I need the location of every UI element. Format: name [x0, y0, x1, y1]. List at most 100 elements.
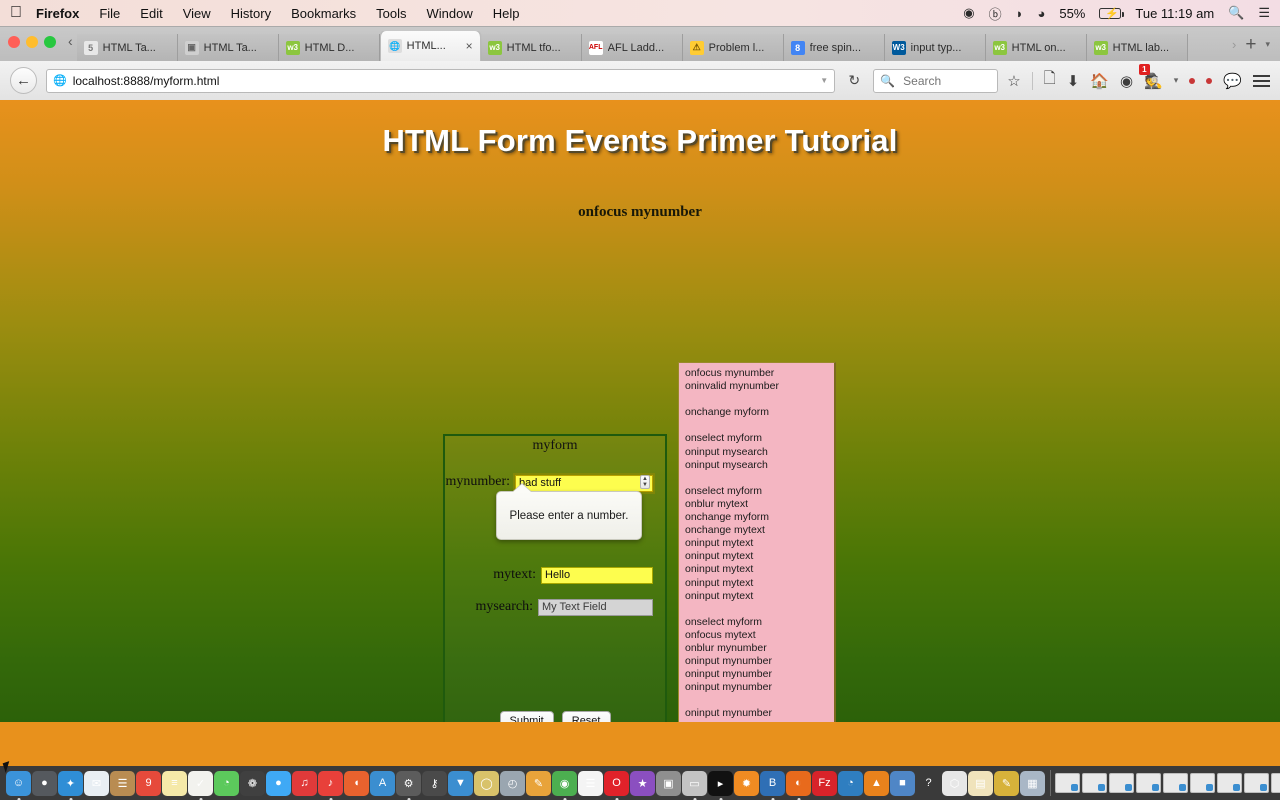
chat-bubble-icon[interactable]: 💬	[1223, 72, 1242, 90]
menu-item-bookmarks[interactable]: Bookmarks	[291, 6, 356, 21]
bluetooth-icon[interactable]: ⓑ	[989, 4, 1002, 23]
package-icon[interactable]: ⬡	[942, 770, 967, 796]
browser-tab[interactable]: AFL AFL Ladd...	[581, 34, 683, 61]
keychain-icon[interactable]: ⚷	[422, 770, 447, 796]
opera-icon[interactable]: O	[604, 770, 629, 796]
photos-icon[interactable]: ❁	[240, 770, 265, 796]
ibooks-icon[interactable]: ◖	[344, 770, 369, 796]
safari-icon[interactable]: ✦	[58, 770, 83, 796]
terminal-icon[interactable]: ▸	[708, 770, 733, 796]
gallery-icon[interactable]: ▦	[1020, 770, 1045, 796]
minimized-window-thumbnail[interactable]	[1136, 773, 1161, 793]
red-dot-icon[interactable]	[1189, 77, 1196, 84]
browser-tab-active[interactable]: 🌐 HTML... ×	[379, 31, 481, 61]
search-input[interactable]	[901, 72, 992, 89]
remote-desktop-icon[interactable]: ■	[890, 770, 915, 796]
mynumber-input[interactable]	[515, 474, 653, 492]
battery-charging-icon[interactable]: ⚡	[1099, 7, 1125, 20]
textedit-icon[interactable]: ☰	[578, 770, 603, 796]
browser-tab[interactable]: 5 HTML Ta...	[76, 34, 178, 61]
firefox-icon[interactable]: ◐	[786, 770, 811, 796]
minimize-window-button[interactable]	[26, 36, 38, 48]
mail-icon[interactable]: ✉	[84, 770, 109, 796]
minimized-window-thumbnail[interactable]	[1244, 773, 1269, 793]
browser-tab[interactable]: w3 HTML tfo...	[480, 34, 582, 61]
number-spinner[interactable]: ▲ ▼	[640, 475, 650, 489]
menu-item-window[interactable]: Window	[427, 6, 473, 21]
finder-icon[interactable]: ☺	[6, 770, 31, 796]
list-all-tabs-button[interactable]: ▾	[1265, 39, 1270, 50]
close-window-button[interactable]	[8, 36, 20, 48]
menu-item-help[interactable]: Help	[493, 6, 520, 21]
stickies-icon[interactable]: ▤	[968, 770, 993, 796]
apple-logo-icon[interactable]: 	[10, 5, 22, 21]
minimized-window-thumbnail[interactable]	[1217, 773, 1242, 793]
contacts-icon[interactable]: ☰	[110, 770, 135, 796]
scroll-tabs-right-icon[interactable]: ›	[1232, 37, 1236, 52]
mysearch-input[interactable]	[538, 598, 653, 616]
itunes-icon[interactable]: ♪	[318, 770, 343, 796]
vlc-cone-icon[interactable]: ▲	[864, 770, 889, 796]
sherlock-icon[interactable]: ◔	[838, 770, 863, 796]
notification-center-icon[interactable]: ☰	[1258, 5, 1270, 21]
vlc-star-icon[interactable]: ★	[630, 770, 655, 796]
filezilla-icon[interactable]: Fz	[812, 770, 837, 796]
browser-tab[interactable]: ▣ HTML Ta...	[177, 34, 279, 61]
imovie-icon[interactable]: ▣	[656, 770, 681, 796]
system-preferences-icon[interactable]: ⚙	[396, 770, 421, 796]
browser-tab[interactable]: w3 HTML D...	[278, 34, 380, 61]
new-tab-button[interactable]: +	[1245, 35, 1256, 54]
trash-blue-icon[interactable]: ▼	[448, 770, 473, 796]
help-icon[interactable]: ?	[916, 770, 941, 796]
minimized-window-thumbnail[interactable]	[1109, 773, 1134, 793]
timemachine-icon[interactable]: ◴	[500, 770, 525, 796]
search-bar[interactable]: 🔍	[873, 68, 999, 93]
bittorrent-icon[interactable]: B	[760, 770, 785, 796]
app-store-icon[interactable]: A	[370, 770, 395, 796]
hamburger-menu-icon[interactable]	[1253, 74, 1270, 87]
browser-tab[interactable]: 8 free spin...	[783, 34, 885, 61]
menu-item-history[interactable]: History	[231, 6, 271, 21]
reminders-icon[interactable]: ✓	[188, 770, 213, 796]
avast-icon[interactable]: ✹	[734, 770, 759, 796]
menu-item-edit[interactable]: Edit	[140, 6, 162, 21]
messages-icon[interactable]: ◔	[214, 770, 239, 796]
calendar-icon[interactable]: 9	[136, 770, 161, 796]
screenshot-icon[interactable]: ▭	[682, 770, 707, 796]
browser-tab[interactable]: w3 HTML lab...	[1086, 34, 1188, 61]
chevron-down-icon[interactable]: ▼	[820, 76, 828, 85]
preview-icon[interactable]: ◯	[474, 770, 499, 796]
menu-item-firefox[interactable]: Firefox	[36, 6, 79, 21]
facetime-icon[interactable]: ●	[266, 770, 291, 796]
back-button[interactable]: ←	[10, 67, 37, 94]
reader-view-icon[interactable]: 🗋	[1044, 68, 1056, 93]
minimized-window-thumbnail[interactable]	[1190, 773, 1215, 793]
airplay-icon[interactable]: ◗	[1016, 6, 1024, 21]
minimized-window-thumbnail[interactable]	[1163, 773, 1188, 793]
minimized-window-thumbnail[interactable]	[1082, 773, 1107, 793]
launchpad-icon[interactable]: ●	[32, 770, 57, 796]
browser-tab[interactable]: ⚠ Problem l...	[682, 34, 784, 61]
url-bar[interactable]: 🌐 localhost:8888/myform.html ▼	[46, 68, 836, 93]
menu-bar-clock[interactable]: Tue 11:19 am	[1135, 6, 1214, 21]
reset-button[interactable]: Reset	[561, 711, 611, 722]
paintbrush-icon[interactable]: ✎	[994, 770, 1019, 796]
zoom-window-button[interactable]	[44, 36, 56, 48]
itunes-store-icon[interactable]: ♫	[292, 770, 317, 796]
minimized-window-thumbnail[interactable]	[1271, 773, 1280, 793]
notes-icon[interactable]: ≡	[162, 770, 187, 796]
sync-icon[interactable]: ◉	[1120, 72, 1133, 90]
record-icon[interactable]: ◉	[963, 5, 974, 21]
event-log-panel[interactable]: onfocus mynumber oninvalid mynumber onchan…	[678, 362, 836, 722]
download-arrow-icon[interactable]: ⬇	[1067, 72, 1080, 90]
minimized-window-thumbnail[interactable]	[1055, 773, 1080, 793]
mytext-input[interactable]	[541, 566, 653, 584]
menu-item-view[interactable]: View	[183, 6, 211, 21]
pages-icon[interactable]: ✎	[526, 770, 551, 796]
close-tab-button[interactable]: ×	[466, 40, 473, 52]
scroll-tabs-left-icon[interactable]: ‹	[68, 33, 77, 55]
home-icon[interactable]: 🏠	[1090, 72, 1109, 90]
wifi-icon[interactable]: ◕	[1037, 6, 1045, 21]
red-dot-icon[interactable]	[1206, 77, 1213, 84]
menu-item-tools[interactable]: Tools	[376, 6, 406, 21]
